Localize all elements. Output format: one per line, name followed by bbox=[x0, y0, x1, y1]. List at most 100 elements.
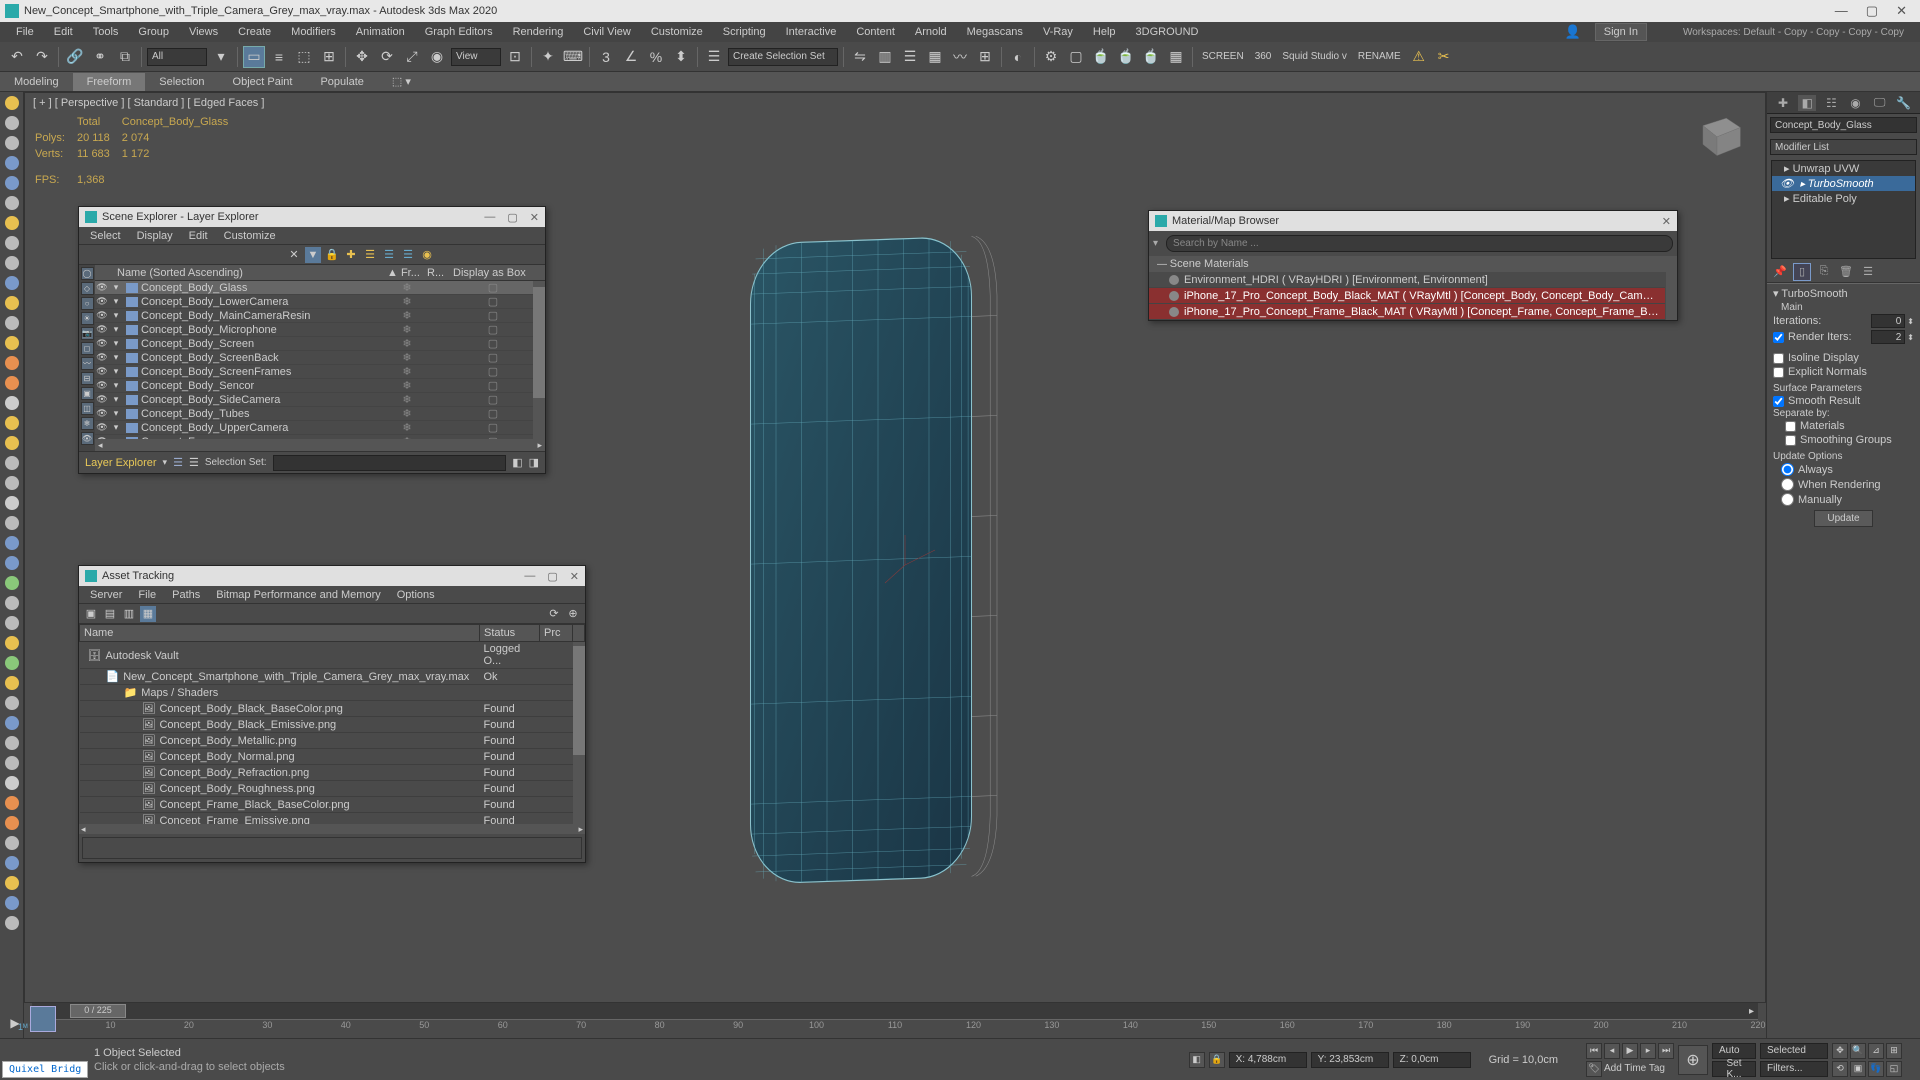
menu-modifiers[interactable]: Modifiers bbox=[283, 24, 344, 40]
visibility-icon[interactable]: 👁 bbox=[95, 296, 109, 307]
layer-icon[interactable]: ☰ bbox=[362, 247, 378, 263]
se-item[interactable]: 👁▾Concept_Body_UpperCamera❄▢ bbox=[95, 421, 545, 435]
filter-icon[interactable]: ▼ bbox=[305, 247, 321, 263]
explicit-checkbox[interactable] bbox=[1773, 367, 1784, 378]
left-tool-1[interactable] bbox=[5, 116, 19, 130]
active-viewport-thumb[interactable] bbox=[30, 1006, 56, 1032]
se-item[interactable]: 👁▾Concept_Body_Sencor❄▢ bbox=[95, 379, 545, 393]
filter-xref-icon[interactable]: ◫ bbox=[81, 402, 94, 415]
sep-materials-checkbox[interactable] bbox=[1785, 421, 1796, 432]
freeze-icon[interactable]: ❄ bbox=[387, 435, 427, 439]
timeline[interactable]: ◂ 0 / 225 ▸ 1ᴹ 0102030405060708090100110… bbox=[24, 1002, 1766, 1038]
freeze-icon[interactable]: ❄ bbox=[387, 281, 427, 294]
scissors-icon[interactable]: ✂ bbox=[1433, 46, 1455, 68]
timetag-icon[interactable]: 🏷 bbox=[1586, 1061, 1602, 1077]
asset-row[interactable]: 🖼Concept_Body_Black_BaseColor.pngFound bbox=[80, 701, 585, 717]
visibility-icon[interactable]: 👁 bbox=[95, 380, 109, 391]
left-tool-24[interactable] bbox=[5, 576, 19, 590]
filter-hide-icon[interactable]: 👁 bbox=[81, 432, 94, 445]
menu-civil-view[interactable]: Civil View bbox=[575, 24, 638, 40]
create-tab-icon[interactable]: ✚ bbox=[1774, 95, 1792, 111]
goto-start-icon[interactable]: ⏮ bbox=[1586, 1043, 1602, 1059]
se-item[interactable]: 👁▾Concept_Body_ScreenFrames❄▢ bbox=[95, 365, 545, 379]
at-opt1-icon[interactable]: ⟳ bbox=[546, 606, 562, 622]
filter-space-icon[interactable]: 〰 bbox=[81, 357, 94, 370]
scale-icon[interactable]: ⤢ bbox=[401, 46, 423, 68]
nav-max-icon[interactable]: ▣ bbox=[1850, 1061, 1866, 1077]
keyboard-icon[interactable]: ⌨ bbox=[562, 46, 584, 68]
asset-row[interactable]: 🖼Concept_Body_Roughness.pngFound bbox=[80, 781, 585, 797]
left-tool-20[interactable] bbox=[5, 496, 19, 510]
left-tool-4[interactable] bbox=[5, 176, 19, 190]
layer3-icon[interactable]: ☰ bbox=[400, 247, 416, 263]
timeline-ruler[interactable]: 1ᴹ 0102030405060708090100110120130140150… bbox=[32, 1019, 1758, 1039]
unlink-icon[interactable]: ⚭ bbox=[89, 46, 111, 68]
at-refresh-icon[interactable]: ▣ bbox=[83, 606, 99, 622]
left-tool-13[interactable] bbox=[5, 356, 19, 370]
nav-walk-icon[interactable]: 👣 bbox=[1868, 1061, 1884, 1077]
timeline-slider[interactable]: ◂ 0 / 225 ▸ bbox=[32, 1003, 1758, 1019]
display-box-icon[interactable]: ▢ bbox=[453, 309, 533, 322]
next-frame-icon[interactable]: ▸ bbox=[1640, 1043, 1656, 1059]
maximize-icon[interactable]: ▢ bbox=[1866, 3, 1878, 19]
menu-3dground[interactable]: 3DGROUND bbox=[1128, 24, 1207, 40]
key-filters-button[interactable]: Filters... bbox=[1760, 1061, 1828, 1077]
left-tool-9[interactable] bbox=[5, 276, 19, 290]
se-list[interactable]: 👁▾Concept_Body_Glass❄▢👁▾Concept_Body_Low… bbox=[95, 281, 545, 439]
left-tool-37[interactable] bbox=[5, 836, 19, 850]
object-name-field[interactable]: Concept_Body_Glass bbox=[1770, 117, 1917, 133]
update-render-radio[interactable] bbox=[1781, 478, 1794, 491]
layer-explorer-label[interactable]: Layer Explorer bbox=[85, 457, 157, 469]
at-tree-icon[interactable]: ▤ bbox=[102, 606, 118, 622]
menu-interactive[interactable]: Interactive bbox=[778, 24, 845, 40]
left-tool-34[interactable] bbox=[5, 776, 19, 790]
menu-arnold[interactable]: Arnold bbox=[907, 24, 955, 40]
motion-tab-icon[interactable]: ◉ bbox=[1847, 95, 1865, 111]
freeze-icon[interactable]: ❄ bbox=[387, 407, 427, 420]
modifier-list-dropdown[interactable]: Modifier List bbox=[1770, 139, 1917, 155]
update-button[interactable]: Update bbox=[1814, 510, 1872, 527]
curve-editor-icon[interactable]: 〰 bbox=[949, 46, 971, 68]
asset-row[interactable]: 📁Maps / Shaders bbox=[80, 685, 585, 701]
nav-zoomall-icon[interactable]: ⊞ bbox=[1886, 1043, 1902, 1059]
display-box-icon[interactable]: ▢ bbox=[453, 393, 533, 406]
freeze-icon[interactable]: ❄ bbox=[387, 351, 427, 364]
se-scrollbar[interactable] bbox=[533, 281, 545, 439]
coord-z[interactable]: Z: 0,0cm bbox=[1393, 1052, 1471, 1068]
se-item[interactable]: 👁▾Concept_Body_Glass❄▢ bbox=[95, 281, 545, 295]
select-name-icon[interactable]: ≡ bbox=[268, 46, 290, 68]
left-tool-18[interactable] bbox=[5, 456, 19, 470]
freeze-icon[interactable]: ❄ bbox=[387, 421, 427, 434]
menu-tools[interactable]: Tools bbox=[85, 24, 127, 40]
visibility-icon[interactable]: 👁 bbox=[95, 310, 109, 321]
align-icon[interactable]: ▥ bbox=[874, 46, 896, 68]
se-menu-display[interactable]: Display bbox=[130, 229, 180, 243]
minimize-icon[interactable]: — bbox=[484, 211, 495, 224]
display-box-icon[interactable]: ▢ bbox=[453, 323, 533, 336]
asset-row[interactable]: 🖼Concept_Body_Normal.pngFound bbox=[80, 749, 585, 765]
modifier-stack[interactable]: ▸ Unwrap UVW👁▸ TurboSmooth▸ Editable Pol… bbox=[1771, 160, 1916, 259]
visibility-icon[interactable]: 👁 bbox=[95, 282, 109, 293]
update-always-radio[interactable] bbox=[1781, 463, 1794, 476]
maximize-viewport-icon[interactable]: ▶ bbox=[6, 1014, 24, 1032]
bind-icon[interactable]: ⧉ bbox=[114, 46, 136, 68]
filter-helper-icon[interactable]: ◻ bbox=[81, 342, 94, 355]
mb-options-icon[interactable]: ▾ bbox=[1149, 238, 1162, 249]
pin-stack-icon[interactable]: 📌 bbox=[1771, 263, 1789, 281]
freeze-icon[interactable]: ❄ bbox=[387, 323, 427, 336]
rotate-icon[interactable]: ⟳ bbox=[376, 46, 398, 68]
lock-selection-icon[interactable]: ◧ bbox=[1189, 1052, 1205, 1068]
left-tool-27[interactable] bbox=[5, 636, 19, 650]
selected-dropdown[interactable]: Selected bbox=[1760, 1043, 1828, 1059]
close-icon[interactable]: ✕ bbox=[570, 570, 579, 583]
se-item[interactable]: 👁▾Concept_Body_ScreenBack❄▢ bbox=[95, 351, 545, 365]
close-icon[interactable]: ✕ bbox=[1662, 215, 1671, 228]
left-tool-19[interactable] bbox=[5, 476, 19, 490]
asset-row[interactable]: 🖼Concept_Body_Refraction.pngFound bbox=[80, 765, 585, 781]
freeze-icon[interactable]: ❄ bbox=[387, 295, 427, 308]
render-preset-icon[interactable]: 🍵 bbox=[1115, 46, 1137, 68]
asset-row[interactable]: 🖼Concept_Frame_Black_BaseColor.pngFound bbox=[80, 797, 585, 813]
at-menu-file[interactable]: File bbox=[131, 588, 163, 602]
warning-icon[interactable]: ⚠ bbox=[1408, 46, 1430, 68]
left-tool-12[interactable] bbox=[5, 336, 19, 350]
